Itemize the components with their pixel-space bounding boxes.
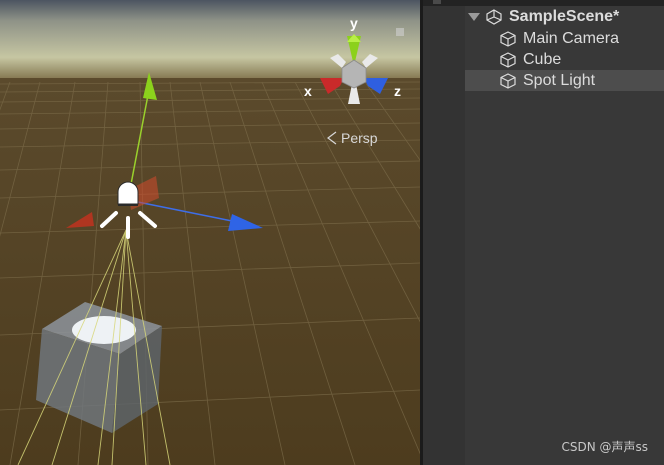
scene-viewport[interactable]: y x z Persp <box>0 0 420 465</box>
gizmo-lock-icon[interactable] <box>396 28 404 36</box>
watermark: CSDN @声声ss <box>561 440 648 454</box>
hierarchy-gutter <box>423 0 465 465</box>
hierarchy-item-label: Cube <box>523 50 562 68</box>
scene-name: SampleScene* <box>509 7 620 25</box>
foldout-arrow-icon[interactable] <box>468 12 480 21</box>
scene-view[interactable]: y x z Persp <box>0 0 420 465</box>
projection-label: Persp <box>341 130 378 146</box>
gameobject-cube-icon <box>499 30 517 48</box>
gameobject-cube-icon <box>499 51 517 69</box>
spot-light-hotspot <box>72 316 136 344</box>
gizmo-x-label: x <box>304 83 312 99</box>
hierarchy-item-main-camera[interactable]: Main Camera <box>465 28 664 49</box>
hierarchy-item-label: Spot Light <box>523 71 596 89</box>
hierarchy-item-spot-light[interactable]: Spot Light <box>465 70 664 91</box>
hierarchy-item-label: Main Camera <box>523 29 620 47</box>
gizmo-z-label: z <box>394 83 401 99</box>
gameobject-cube-icon <box>499 72 517 90</box>
hierarchy-scene-row[interactable]: SampleScene* <box>423 6 664 27</box>
hierarchy-item-cube[interactable]: Cube <box>465 49 664 70</box>
gizmo-y-label: y <box>350 15 358 31</box>
unity-logo-icon <box>485 8 503 26</box>
hierarchy-panel: SampleScene* Main Camera Cube Spot Light… <box>423 0 664 465</box>
